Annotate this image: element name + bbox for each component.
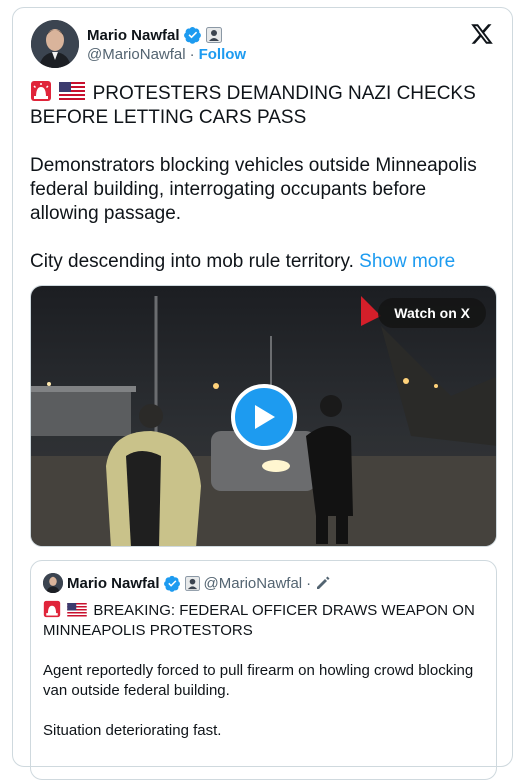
author-handle[interactable]: @MarioNawfal (87, 46, 186, 63)
us-flag-icon (59, 82, 86, 102)
tweet-card: Mario Nawfal @MarioNawfal · Follow PROTE… (12, 7, 513, 780)
us-flag-icon (67, 603, 87, 618)
rotating-light-icon (31, 81, 51, 101)
tweet-paragraph-2-line: City descending into mob rule territory.… (30, 250, 500, 274)
verified-badge-icon (183, 26, 201, 44)
tweet-text: PROTESTERS DEMANDING NAZI CHECKS BEFORE … (30, 80, 500, 298)
tweet-paragraph-2: City descending into mob rule territory. (30, 251, 354, 272)
author-avatar[interactable] (31, 20, 79, 68)
affiliate-badge-icon (184, 575, 200, 591)
quoted-author-avatar (43, 573, 63, 593)
quoted-headline: BREAKING: FEDERAL OFFICER DRAWS WEAPON O… (43, 602, 475, 639)
x-logo-icon[interactable] (470, 22, 494, 46)
quoted-paragraph-2: Situation deteriorating fast. (43, 722, 222, 739)
verified-badge-icon (163, 575, 180, 592)
rotating-light-icon (43, 600, 61, 618)
edit-pencil-icon (317, 576, 330, 589)
play-button[interactable] (231, 384, 297, 450)
author-name-row: Mario Nawfal (87, 26, 222, 44)
watch-on-x-button[interactable]: Watch on X (378, 298, 486, 328)
tweet-paragraph-1: Demonstrators blocking vehicles outside … (30, 155, 477, 224)
quoted-paragraph-1: Agent reportedly forced to pull firearm … (43, 662, 474, 699)
affiliate-badge-icon (205, 27, 222, 43)
quoted-author-handle: @MarioNawfal (203, 574, 303, 592)
separator-dot: · (189, 46, 195, 63)
quoted-tweet-text: BREAKING: FEDERAL OFFICER DRAWS WEAPON O… (43, 600, 483, 761)
tweet-headline: PROTESTERS DEMANDING NAZI CHECKS BEFORE … (30, 83, 476, 128)
author-handle-row: @MarioNawfal · Follow (87, 46, 246, 63)
separator-dot: · (306, 574, 312, 592)
quoted-tweet[interactable]: Mario Nawfal @MarioNawfal · BREAKING: FE… (30, 560, 497, 780)
quoted-headline-line: BREAKING: FEDERAL OFFICER DRAWS WEAPON O… (43, 600, 483, 641)
show-more-link[interactable]: Show more (359, 251, 455, 272)
video-media[interactable]: Watch on X (30, 285, 497, 547)
play-icon (255, 405, 275, 429)
quoted-tweet-header: Mario Nawfal @MarioNawfal · (43, 573, 331, 593)
follow-button[interactable]: Follow (199, 46, 247, 63)
quoted-author-name: Mario Nawfal (67, 574, 160, 592)
author-name[interactable]: Mario Nawfal (87, 27, 180, 44)
tweet-headline-line: PROTESTERS DEMANDING NAZI CHECKS BEFORE … (30, 80, 500, 130)
